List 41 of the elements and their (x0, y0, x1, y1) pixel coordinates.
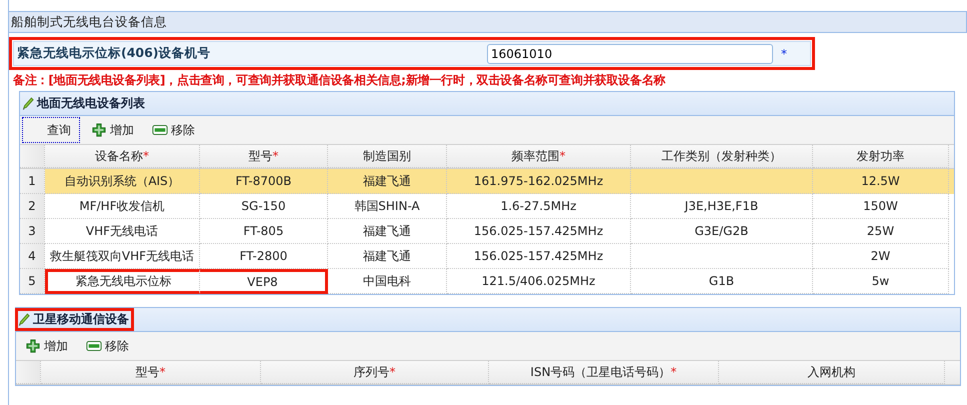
row-number: 3 (20, 219, 45, 244)
table-cell: 紧急无线电示位标 (45, 269, 200, 294)
row-number: 5 (20, 269, 45, 294)
plus-icon (91, 123, 107, 137)
remove-button[interactable]: 移除 (145, 117, 202, 143)
row-number: 1 (20, 169, 45, 194)
panel-title: 地面无线电设备列表 (37, 95, 145, 112)
table-cell: 5w (813, 269, 949, 294)
table-cell: FT-2800 (200, 244, 328, 269)
query-button[interactable]: 查询 (22, 117, 80, 143)
column-header: 制造国别 (328, 145, 447, 168)
column-header: 工作类别（发射种类） (631, 145, 813, 168)
column-header: 设备名称* (45, 145, 200, 168)
add-button[interactable]: 增加 (18, 333, 75, 359)
pencil-icon (18, 312, 30, 326)
table-cell: 救生艇筏双向VHF无线电话 (45, 244, 200, 269)
column-header: 发射功率 (813, 145, 949, 168)
minus-icon (86, 339, 102, 353)
add-button[interactable]: 增加 (84, 117, 141, 143)
pencil-icon (22, 96, 34, 110)
field-label: 紧急无线电示位标(406)设备机号 (16, 45, 212, 62)
column-header: 型号* (200, 145, 328, 168)
column-header: ISN号码（卫星电话号码）* (489, 361, 719, 384)
input-field[interactable]: 16061010 (487, 44, 773, 64)
column-header: 型号* (41, 361, 261, 384)
table-cell: 中国电科 (328, 269, 447, 294)
note-text: 备注：[地面无线电设备列表]，点击查询，可查询并获取通信设备相关信息;新增一行时，双击设备名称可查询并获取设备名称 (13, 72, 666, 89)
column-header: 频率范围* (447, 145, 631, 168)
row-number: 2 (20, 194, 45, 219)
minus-icon (152, 123, 168, 137)
table-cell: VEP8 (200, 269, 328, 294)
table-cell: 121.5/406.025MHz (447, 269, 631, 294)
required-mark: * (781, 46, 787, 60)
row-number: 4 (20, 244, 45, 269)
section-title: 船舶制式无线电台设备信息 (8, 12, 967, 33)
column-header: 序列号* (261, 361, 489, 384)
column-header: 入网机构 (719, 361, 945, 384)
table-cell: G1B (631, 269, 813, 294)
panel-title: 卫星移动通信设备 (33, 311, 129, 328)
plus-icon (25, 339, 41, 353)
remove-button[interactable]: 移除 (79, 333, 136, 359)
